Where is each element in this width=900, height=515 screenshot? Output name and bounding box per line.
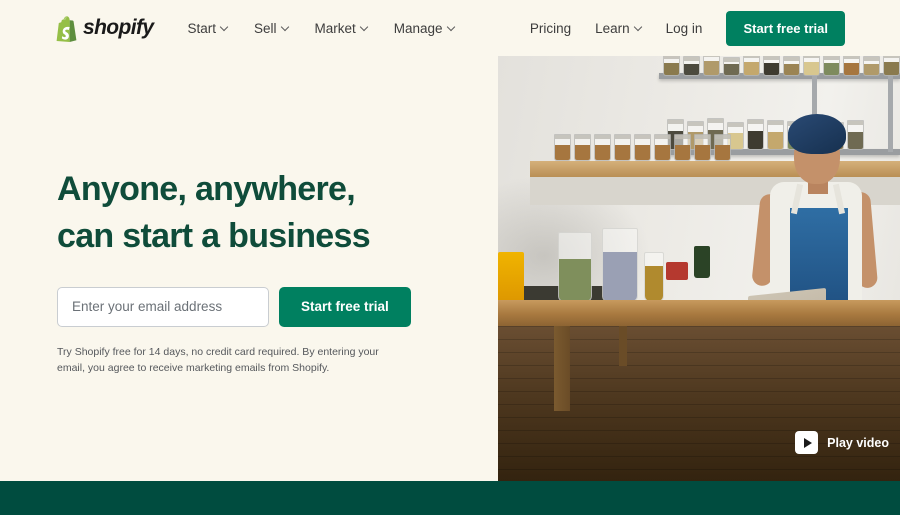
- signup-fineprint: Try Shopify free for 14 days, no credit …: [57, 345, 379, 375]
- chevron-down-icon: [221, 24, 228, 31]
- primary-navigation: Start Sell Market Manage: [187, 21, 454, 36]
- hero-text-panel: Anyone, anywhere, can start a business S…: [0, 56, 498, 481]
- nav-item-sell[interactable]: Sell: [254, 21, 289, 36]
- shopify-homepage: shopify Start Sell Market Manage Pricing: [0, 0, 900, 515]
- secondary-navigation: Pricing Learn Log in Start free trial: [530, 10, 845, 46]
- play-video-label: Play video: [827, 435, 889, 450]
- nav-item-login[interactable]: Log in: [666, 21, 703, 36]
- hero-title-line2: can start a business: [57, 216, 371, 255]
- nav-item-manage-label: Manage: [393, 20, 443, 36]
- hero-photo: [498, 56, 900, 481]
- nav-item-learn-label: Learn: [595, 20, 630, 36]
- nav-item-start-label: Start: [187, 20, 216, 36]
- page-title: Anyone, anywhere, can start a business: [57, 166, 457, 260]
- chevron-down-icon: [448, 24, 455, 31]
- chevron-down-icon: [635, 24, 642, 31]
- header-start-free-trial-button[interactable]: Start free trial: [726, 10, 845, 46]
- signup-form: Start free trial: [57, 286, 457, 327]
- hero-title-line1: Anyone, anywhere,: [57, 170, 356, 208]
- nav-item-sell-label: Sell: [254, 20, 277, 36]
- nav-item-start[interactable]: Start: [187, 21, 228, 36]
- chevron-down-icon: [361, 24, 368, 31]
- play-triangle-icon: [795, 431, 819, 454]
- site-header: shopify Start Sell Market Manage Pricing: [0, 0, 900, 56]
- nav-item-market-label: Market: [314, 20, 356, 36]
- shopify-bag-icon: [56, 15, 77, 42]
- shopify-wordmark: shopify: [83, 16, 154, 39]
- nav-item-learn[interactable]: Learn: [595, 21, 642, 36]
- nav-item-market[interactable]: Market: [315, 21, 368, 36]
- play-video-button[interactable]: Play video: [795, 431, 889, 454]
- nav-item-manage[interactable]: Manage: [394, 21, 455, 36]
- hero-start-free-trial-button[interactable]: Start free trial: [279, 286, 411, 327]
- footer-band: [0, 481, 900, 515]
- chevron-down-icon: [282, 24, 289, 31]
- email-input[interactable]: [57, 286, 269, 327]
- nav-item-pricing[interactable]: Pricing: [530, 21, 571, 36]
- hero-media[interactable]: Play video: [498, 56, 900, 481]
- shopify-logo[interactable]: shopify: [55, 15, 154, 42]
